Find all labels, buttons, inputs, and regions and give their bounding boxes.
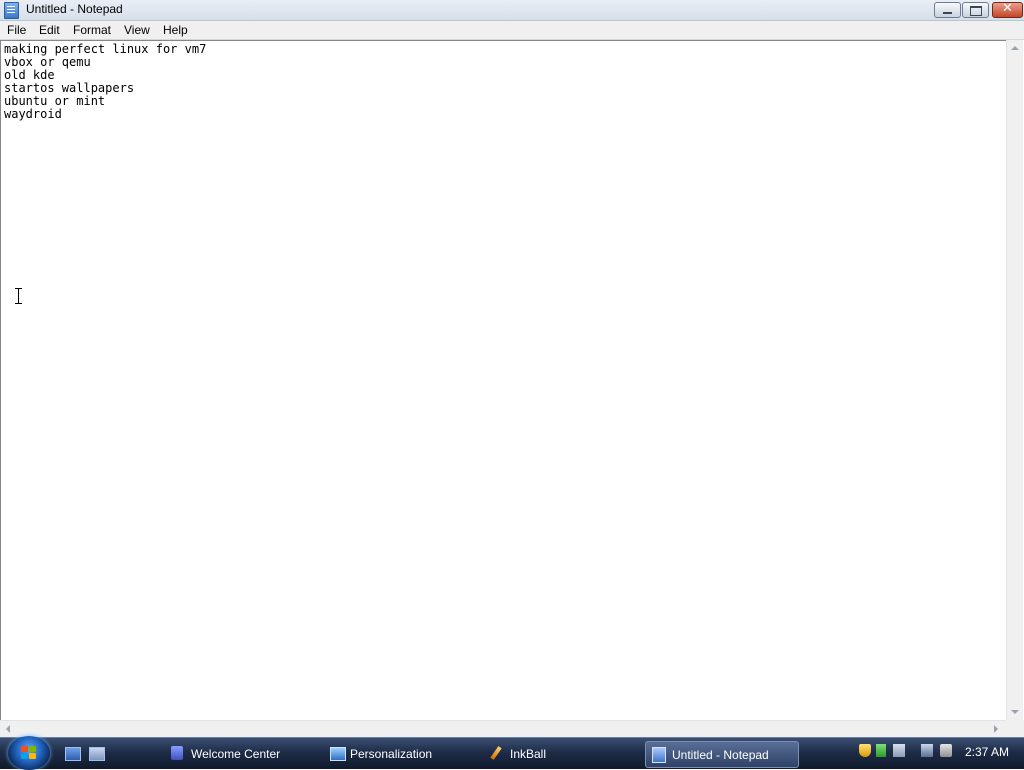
menu-view[interactable]: View: [124, 22, 150, 38]
menu-file[interactable]: File: [7, 22, 26, 38]
close-icon: ✕: [1002, 1, 1013, 16]
taskbar-clock[interactable]: 2:37 AM: [965, 745, 1009, 759]
switch-windows-icon[interactable]: [89, 747, 105, 761]
inkball-icon: [490, 746, 502, 760]
text-editor[interactable]: making perfect linux for vm7 vbox or qem…: [0, 40, 1006, 720]
start-button[interactable]: [8, 736, 50, 770]
network-icon[interactable]: [921, 744, 933, 757]
scroll-left-icon[interactable]: [6, 725, 10, 733]
editor-content[interactable]: making perfect linux for vm7 vbox or qem…: [4, 43, 206, 121]
size-grip[interactable]: [1006, 720, 1024, 737]
notepad-icon[interactable]: [4, 2, 19, 19]
volume-muted-icon[interactable]: [940, 744, 952, 757]
notepad-icon: [652, 747, 666, 763]
security-shield-icon[interactable]: [859, 744, 871, 757]
network-status-icon[interactable]: [876, 744, 886, 757]
menu-help[interactable]: Help: [163, 22, 188, 38]
taskbar: Welcome Center Personalization InkBall U…: [0, 736, 1024, 770]
maximize-button[interactable]: [962, 2, 989, 18]
scroll-up-icon[interactable]: [1011, 46, 1019, 50]
task-label: Untitled - Notepad: [672, 748, 769, 762]
vertical-scrollbar[interactable]: [1006, 40, 1023, 720]
task-label: Welcome Center: [191, 747, 281, 761]
minimize-icon: [943, 12, 952, 14]
title-bar[interactable]: Untitled - Notepad ✕: [0, 0, 1024, 21]
windows-logo-icon: [21, 746, 37, 760]
horizontal-scrollbar[interactable]: [0, 720, 1006, 737]
show-desktop-icon[interactable]: [65, 747, 81, 761]
scroll-down-icon[interactable]: [1011, 710, 1019, 714]
minimize-button[interactable]: [934, 2, 961, 18]
personalization-icon: [330, 747, 346, 761]
ibeam-cursor-icon: [15, 288, 23, 304]
scroll-right-icon[interactable]: [994, 725, 998, 733]
restore-icon: [970, 6, 982, 16]
window-title: Untitled - Notepad: [26, 2, 123, 16]
welcome-center-icon: [171, 746, 183, 760]
task-notepad[interactable]: Untitled - Notepad: [645, 741, 799, 768]
task-label: Personalization: [350, 747, 433, 761]
menu-bar: File Edit Format View Help: [0, 21, 1024, 40]
task-personalization[interactable]: Personalization: [324, 741, 474, 766]
task-welcome-center[interactable]: Welcome Center: [165, 741, 315, 766]
close-button[interactable]: ✕: [992, 1, 1023, 18]
safely-remove-icon[interactable]: [893, 744, 905, 757]
task-inkball[interactable]: InkBall: [484, 741, 634, 766]
menu-edit[interactable]: Edit: [39, 22, 60, 38]
task-label: InkBall: [510, 747, 547, 761]
menu-format[interactable]: Format: [73, 22, 111, 38]
